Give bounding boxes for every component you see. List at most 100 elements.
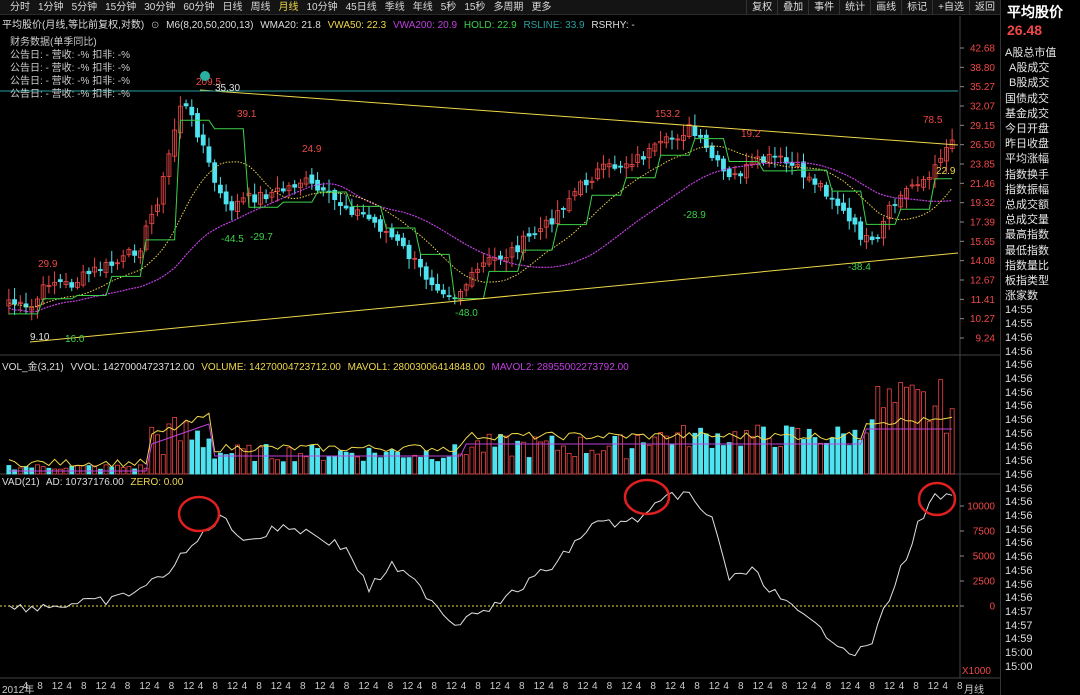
quote-field[interactable]: 国债成交 xyxy=(1001,92,1080,107)
vvol-label: VVOL: 14270004723712.00 xyxy=(70,362,195,373)
volume-bar xyxy=(560,445,566,475)
main-legend-name: 平均股价(月线,等比前复权,对数) xyxy=(2,20,145,31)
x-tick-label: 12 xyxy=(577,681,589,692)
financial-row: 公告日: - 营收: -% 扣非: -% xyxy=(10,63,130,74)
price-axis-label: 35.27 xyxy=(970,82,995,93)
candle-body xyxy=(823,184,829,197)
x-tick-label: 8 xyxy=(124,681,131,692)
price-axis-label: 42.68 xyxy=(970,44,995,55)
volume-bar xyxy=(915,389,921,475)
x-tick-label: 4 xyxy=(22,681,29,692)
vwa200-label: VWA200: 20.9 xyxy=(392,20,458,31)
x-tick-label: 12 xyxy=(446,681,458,692)
volume-bar xyxy=(795,428,801,475)
price-annotation: 78.5 xyxy=(923,115,943,126)
quote-field[interactable]: B股成交 xyxy=(1001,76,1080,91)
x-tick-label: 4 xyxy=(154,681,160,692)
volume-bar xyxy=(658,432,663,475)
x-tick-label: 8 xyxy=(37,681,43,692)
quote-field[interactable]: 指数振幅 xyxy=(1001,183,1080,198)
x-tick-label: 12 xyxy=(665,681,677,692)
volume-bar xyxy=(692,432,698,475)
x-tick-label: 4 xyxy=(635,681,642,692)
candle-body xyxy=(858,221,864,240)
candle-body xyxy=(206,146,212,163)
volume-bar xyxy=(629,448,635,475)
x-tick-label: 12 xyxy=(533,681,545,692)
candle-body xyxy=(583,179,589,186)
candle-body xyxy=(252,194,258,203)
volume-bar xyxy=(921,391,926,475)
x-tick-label: 4 xyxy=(548,681,554,692)
x-tick-label: 8 xyxy=(519,681,525,692)
volume-bar xyxy=(669,443,675,475)
volume-bar xyxy=(738,445,744,475)
volume-bar xyxy=(458,453,463,475)
quote-field[interactable]: 基金成交 xyxy=(1001,107,1080,122)
tick-time: 14:56 xyxy=(1005,592,1033,605)
volume-bar xyxy=(395,451,401,475)
candle-body xyxy=(132,250,138,256)
chart-canvas[interactable]: 42.68 38.80 35.27 32.07 29.15 26.50 23.85 21.46… xyxy=(0,0,1000,695)
volume-bar xyxy=(126,466,132,475)
quote-field[interactable]: 指数换手 xyxy=(1001,168,1080,183)
volume-bar xyxy=(881,407,886,475)
price-axis-label: 17.39 xyxy=(970,218,995,229)
quote-field[interactable]: 今日开盘 xyxy=(1001,122,1080,137)
quote-field[interactable]: 总成交额 xyxy=(1001,198,1080,213)
candle-body xyxy=(738,173,744,177)
candle-body xyxy=(183,103,189,107)
tick-time: 15:00 xyxy=(1005,660,1033,673)
quote-field[interactable]: 总成交量 xyxy=(1001,213,1080,228)
volume-bar xyxy=(389,449,395,475)
volume-bar xyxy=(709,447,715,475)
x-tick-label: 4 xyxy=(110,681,116,692)
volume-bar xyxy=(812,437,818,475)
quote-field[interactable]: A股成交 xyxy=(1001,61,1080,76)
price-annotation: -38.4 xyxy=(848,262,871,273)
x-tick-label: 8 xyxy=(694,681,700,692)
x-tick-label: 4 xyxy=(329,681,335,692)
quote-field[interactable]: 平均涨幅 xyxy=(1001,152,1080,167)
tick-time: 14:56 xyxy=(1005,551,1033,564)
volume-bar xyxy=(869,419,875,475)
quote-field[interactable]: 涨家数 xyxy=(1001,289,1080,304)
price-axis-label: 23.85 xyxy=(970,160,995,171)
volume-bar xyxy=(263,444,269,475)
chevron-down-icon[interactable]: ⊙ xyxy=(151,20,159,31)
volume-bar xyxy=(675,432,681,475)
x-tick-label: 12 xyxy=(358,681,370,692)
x-tick-label: 4 xyxy=(197,681,204,692)
x-tick-label: 8 xyxy=(650,681,656,692)
candle-body xyxy=(560,208,566,210)
price-annotation: -29.7 xyxy=(250,232,273,243)
volume-bar xyxy=(475,440,481,475)
quote-field[interactable]: 指数量比 xyxy=(1001,259,1080,274)
financial-data-box: 财务数据(单季同比) 公告日: - 营收: -% 扣非: -% 公告日: - 营… xyxy=(10,36,130,101)
vad-legend-name: VAD(21) xyxy=(2,477,40,488)
price-axis-label: 14.08 xyxy=(970,256,995,267)
quote-field[interactable]: 昨日收盘 xyxy=(1001,137,1080,152)
volume-bar xyxy=(595,453,601,475)
tick-time: 14:56 xyxy=(1005,441,1033,454)
quote-field[interactable]: 最低指数 xyxy=(1001,244,1080,259)
volume-bar xyxy=(886,388,892,475)
quote-field[interactable]: A股总市值 xyxy=(1001,46,1080,61)
x-tick-label: 4 xyxy=(460,681,467,692)
quote-field[interactable]: 板指类型 xyxy=(1001,274,1080,289)
volume-bar xyxy=(486,433,492,475)
volume-bar xyxy=(743,430,749,475)
x-tick-label: 8 xyxy=(913,681,919,692)
highlight-circle xyxy=(623,478,671,516)
volume-bar xyxy=(332,456,338,475)
x-tick-label: 12 xyxy=(227,681,239,692)
candle-body xyxy=(618,165,623,168)
quote-field[interactable]: 最高指数 xyxy=(1001,228,1080,243)
price-annotation: -48.0 xyxy=(455,308,478,319)
volume-bar xyxy=(801,439,806,475)
volume-bar xyxy=(566,453,572,475)
volume-bar xyxy=(578,436,583,475)
price-axis-label: 15.65 xyxy=(970,237,995,248)
candle-body xyxy=(440,289,446,295)
volume-bar xyxy=(303,456,309,475)
